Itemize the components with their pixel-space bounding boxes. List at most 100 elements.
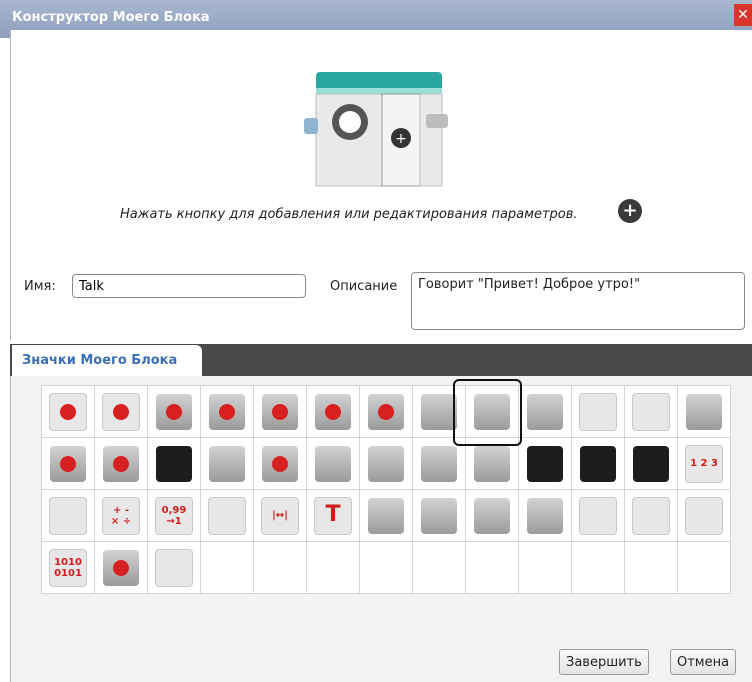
energy-meter-icon [474,445,510,482]
file-access-icon [421,497,457,534]
name-field[interactable] [72,274,306,298]
brick-buttons-icon [421,393,457,430]
no-sleep-icon [685,496,723,535]
icon-cell-empty [465,541,519,594]
icon-cell-timer-stopwatch[interactable] [306,437,360,490]
timer-stopwatch-icon [315,445,351,482]
brain-gears-red-icon [49,392,87,431]
icon-cell-compare[interactable] [200,489,254,542]
ultrasonic-sensor-icon [421,445,457,482]
motor-steering-icon [315,393,351,430]
parameter-hint: Нажать кнопку для добавления или редакти… [120,207,578,222]
logic-icon [49,496,87,535]
icon-cell-medium-motor-red[interactable] [200,385,254,438]
motor-invert-icon [103,549,139,586]
icon-cell-case-open[interactable] [571,437,625,490]
my-block-preview[interactable]: + [300,72,460,212]
motor-tank-icon [368,393,404,430]
icon-cell-bluetooth-settings[interactable] [624,489,678,542]
sensor-block-icon [686,393,722,430]
icon-cell-random[interactable] [359,489,413,542]
text-icon: T [314,496,352,535]
icon-cell-empty [624,541,678,594]
motor-pair-red-icon [262,393,298,430]
icon-cell-timer-hourglass[interactable] [571,385,625,438]
icon-cell-raw-sensor[interactable] [147,541,201,594]
icon-cell-empty [677,541,731,594]
icon-cell-bluetooth[interactable] [571,489,625,542]
color-sensor-icon [50,445,86,482]
icon-cell-sensor-block[interactable] [677,385,731,438]
loop-interrupt-icon [632,392,670,431]
timer-hourglass-icon [579,392,617,431]
icon-cell-motor-steering[interactable] [306,385,360,438]
range-icon: |↔| [261,496,299,535]
tab-my-block-icons[interactable]: Значки Моего Блока [12,345,202,376]
touch-sensor-icon [368,445,404,482]
nxt-sound-icon [527,445,563,482]
gyro-sensor-icon [103,445,139,482]
icon-cell-sequence-123[interactable]: 1 2 3 [677,437,731,490]
icon-cell-motor-pair-red[interactable] [253,385,307,438]
icon-cell-color-sensor[interactable] [41,437,95,490]
infrared-sensor-icon [156,445,192,482]
selected-icon-frame [453,379,522,446]
cancel-button[interactable]: Отмена [670,649,737,675]
tab-label: Значки Моего Блока [22,353,178,368]
icon-cell-empty [571,541,625,594]
icon-cell-motor-rotation[interactable] [253,437,307,490]
icon-cell-touch-sensor[interactable] [359,437,413,490]
icon-cell-nxt-sound[interactable] [518,437,572,490]
random-icon [368,497,404,534]
bluetooth-icon [579,496,617,535]
brain-gears-dark-icon [102,392,140,431]
round-icon: 0,99 →1 [155,496,193,535]
icon-cell-brain-gears-dark[interactable] [94,385,148,438]
math-icon: + - × ÷ [102,496,140,535]
binary-icon: 1010 0101 [49,548,87,587]
bluetooth-settings-icon [632,496,670,535]
icon-cell-gyro-sensor[interactable] [94,437,148,490]
icon-cell-range[interactable]: |↔| [253,489,307,542]
icon-cell-binary[interactable]: 1010 0101 [41,541,95,594]
icon-cell-empty [412,541,466,594]
icon-cell-display[interactable] [518,385,572,438]
motor-rotation-icon [262,445,298,482]
icon-cell-round[interactable]: 0,99 →1 [147,489,201,542]
icon-cell-no-sleep[interactable] [677,489,731,542]
icon-grid: 1 2 3 + - × ÷ 0,99 →1 |↔| T 1010 0101 [41,385,742,594]
icon-cell-motor-tank[interactable] [359,385,413,438]
icon-cell-infrared-beacon[interactable] [200,437,254,490]
case-open-icon [580,445,616,482]
icon-cell-case-locked[interactable] [624,437,678,490]
icon-cell-messaging[interactable] [518,489,572,542]
messaging-icon [527,497,563,534]
data-logging-icon [474,497,510,534]
icon-cell-empty [200,541,254,594]
icon-cell-empty [306,541,360,594]
icon-cell-motor-invert[interactable] [94,541,148,594]
icon-cell-logic[interactable] [41,489,95,542]
compare-icon [208,496,246,535]
add-parameter-button[interactable]: + [618,199,642,223]
close-icon[interactable]: ✕ [734,4,752,26]
icon-cell-math[interactable]: + - × ÷ [94,489,148,542]
icon-cell-large-motor-grey[interactable] [147,385,201,438]
display-icon [527,393,563,430]
large-motor-grey-icon [156,393,192,430]
icon-cell-text[interactable]: T [306,489,360,542]
infrared-beacon-icon [209,445,245,482]
finish-button[interactable]: Завершить [559,649,649,675]
sequence-123-icon: 1 2 3 [685,444,723,483]
svg-text:+: + [395,131,407,147]
icon-cell-data-logging[interactable] [465,489,519,542]
icon-cell-loop-interrupt[interactable] [624,385,678,438]
case-locked-icon [633,445,669,482]
icon-cell-brain-gears-red[interactable] [41,385,95,438]
description-label: Описание [330,279,398,294]
name-label: Имя: [24,279,56,294]
icon-cell-file-access[interactable] [412,489,466,542]
icon-cell-empty [359,541,413,594]
description-field[interactable]: Говорит "Привет! Доброе утро!" [411,272,745,330]
icon-cell-infrared-sensor[interactable] [147,437,201,490]
